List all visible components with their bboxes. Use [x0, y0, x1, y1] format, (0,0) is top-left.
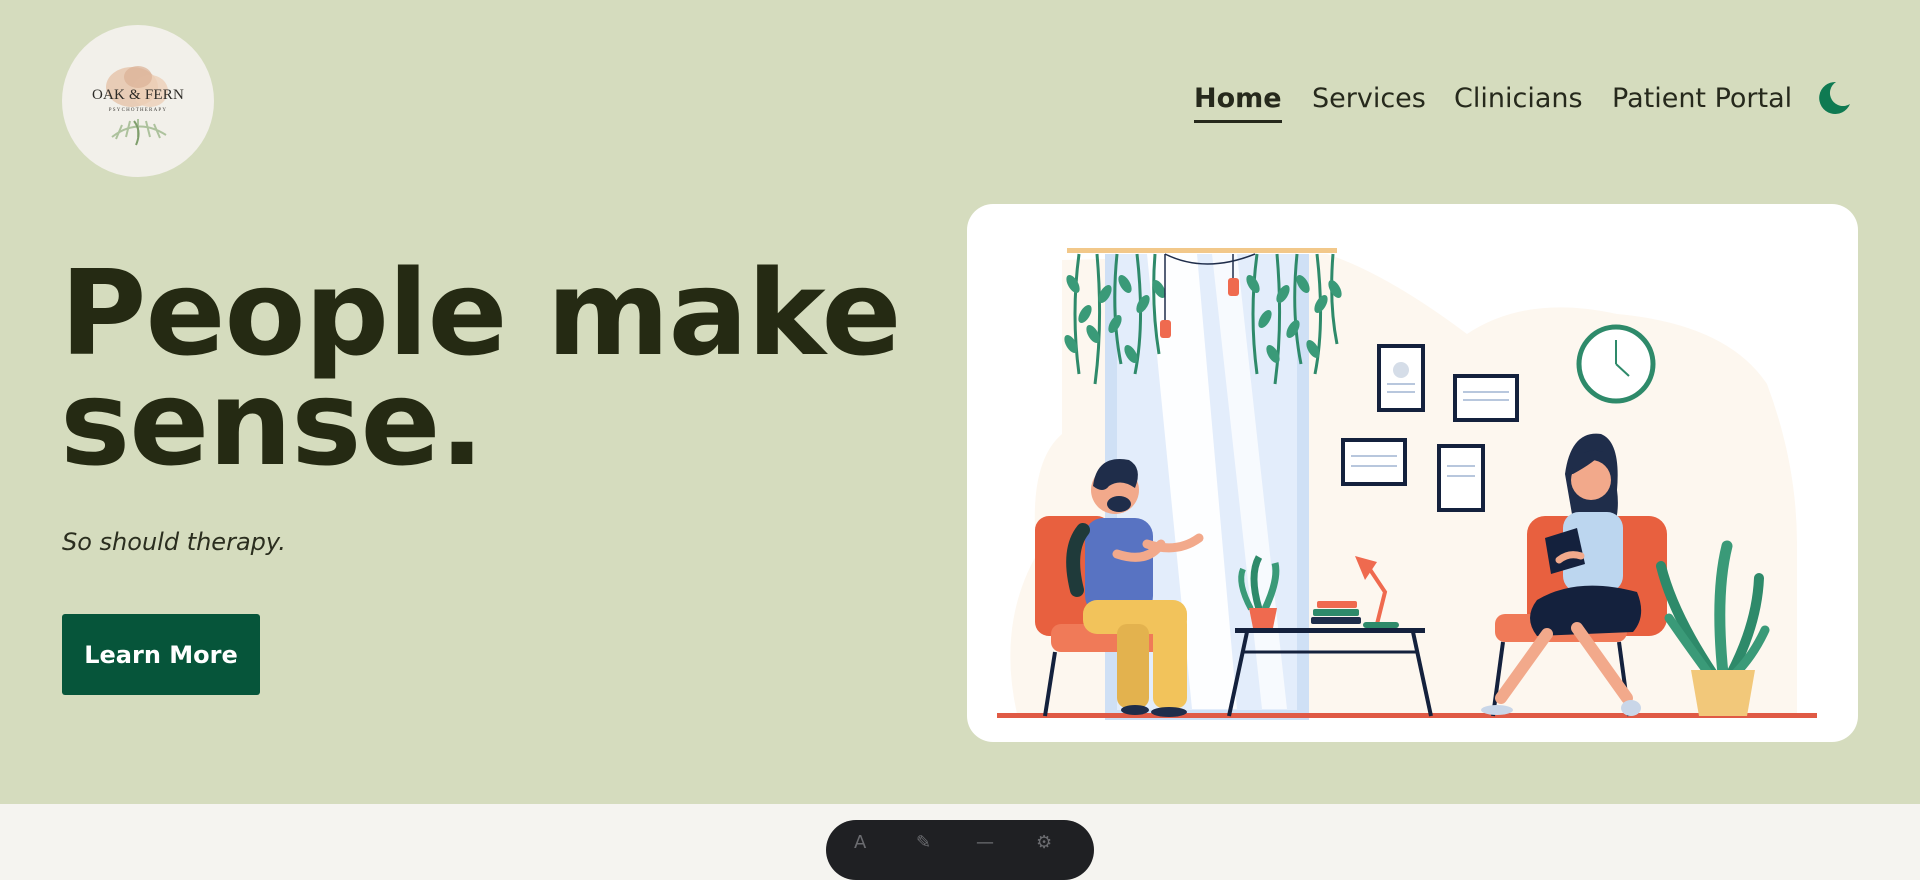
hero-section: OAK & FERN PSYCHOTHERAPY Home Services C… [0, 0, 1920, 804]
moon-icon [1819, 81, 1850, 114]
floating-toolbar[interactable]: A ✎ — ⚙ [826, 820, 1094, 880]
nav-patient-portal[interactable]: Patient Portal [1612, 82, 1792, 120]
hero-headline: People make sense. [60, 254, 902, 482]
brand-logo[interactable]: OAK & FERN PSYCHOTHERAPY [62, 25, 214, 177]
font-icon[interactable]: A [854, 832, 866, 853]
illustration-card [967, 204, 1858, 742]
learn-more-button[interactable]: Learn More [62, 614, 260, 695]
gear-icon[interactable]: ⚙ [1036, 832, 1052, 853]
therapy-session-illustration [997, 248, 1817, 720]
nav-clinicians[interactable]: Clinicians [1454, 82, 1583, 120]
nav-home[interactable]: Home [1194, 82, 1282, 123]
pen-icon[interactable]: ✎ [916, 832, 931, 853]
hero-tagline: So should therapy. [62, 528, 286, 556]
theme-toggle-button[interactable] [1816, 80, 1852, 116]
nav-services[interactable]: Services [1312, 82, 1426, 120]
brand-name: OAK & FERN [91, 87, 184, 103]
minus-icon[interactable]: — [976, 832, 994, 853]
brand-subtitle: PSYCHOTHERAPY [108, 108, 168, 113]
headline-line-2: sense. [60, 354, 484, 492]
